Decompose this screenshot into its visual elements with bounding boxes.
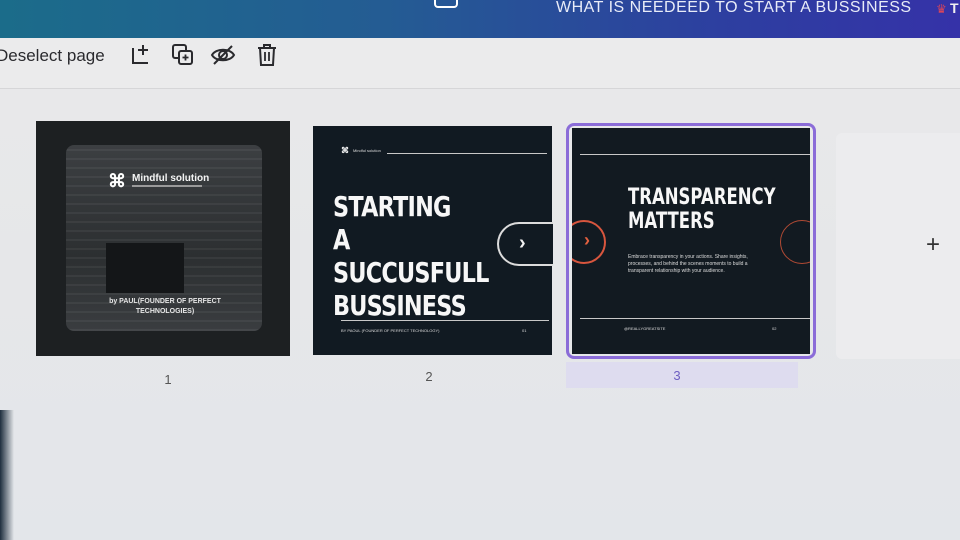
slide-number: 02 (772, 326, 777, 331)
delete-page-icon[interactable] (254, 42, 280, 68)
add-page-icon[interactable] (128, 42, 154, 68)
brand-name: Mindful solution (353, 148, 381, 153)
author-byline: by PAUL(FOUNDER OF PERFECT TECHNOLOGIES) (109, 298, 221, 315)
slide-headline: TRANSPARENCY MATTERS (628, 185, 776, 234)
top-button[interactable] (434, 0, 458, 8)
plus-icon: + (926, 231, 941, 258)
deselect-page-button[interactable]: Deselect page (0, 46, 105, 66)
top-bar: WHAT IS NEEDEED TO START A BUSSINESS ♛ T (0, 0, 960, 38)
footer-byline: BY PAOUL (FOUNDER OF PERFECT TECHNOLOGY) (341, 328, 440, 333)
logo-icon: ⌘ (108, 171, 126, 191)
slide-headline: STARTING A SUCCUSFULL BUSSINESS (333, 190, 489, 322)
slide-number: 01 (522, 328, 527, 333)
footer-divider (341, 320, 549, 321)
prev-arrow-button[interactable]: › (572, 220, 606, 264)
document-title[interactable]: WHAT IS NEEDEED TO START A BUSSINESS (556, 0, 912, 16)
page-number-3: 3 (673, 368, 681, 383)
page-number-2: 2 (425, 369, 433, 384)
page-thumbnail-3[interactable]: › TRANSPARENCY MATTERS Embrace transpare… (572, 128, 810, 354)
duplicate-page-icon[interactable] (170, 42, 196, 68)
next-arrow-button[interactable]: › (497, 222, 553, 266)
page-thumbnail-1[interactable]: ⌘ Mindful solution by PAUL(FOUNDER OF PE… (36, 121, 290, 356)
brand-tagline (132, 185, 202, 187)
add-page-button[interactable]: + (836, 133, 960, 359)
window-edge-shadow (0, 410, 14, 540)
footer-handle: @REALLYGREATSITE (624, 326, 666, 331)
slide-body-text: Embrace transparency in your actions. Sh… (628, 254, 748, 274)
page-number-1: 1 (164, 372, 172, 387)
chevron-right-icon: › (519, 232, 526, 254)
header-divider (580, 154, 810, 155)
crown-icon[interactable]: ♛ (936, 2, 947, 16)
brand-name: Mindful solution (132, 173, 210, 184)
chevron-right-icon: › (584, 230, 590, 250)
page-toolbar: Deselect page (0, 38, 960, 89)
hide-page-icon[interactable] (210, 42, 236, 68)
storefront-door (106, 243, 184, 293)
footer-divider (580, 318, 810, 319)
header-divider (387, 153, 547, 154)
logo-icon: ⌘ (341, 146, 349, 155)
next-arrow-button[interactable] (780, 220, 810, 264)
top-right-label[interactable]: T (950, 0, 959, 16)
